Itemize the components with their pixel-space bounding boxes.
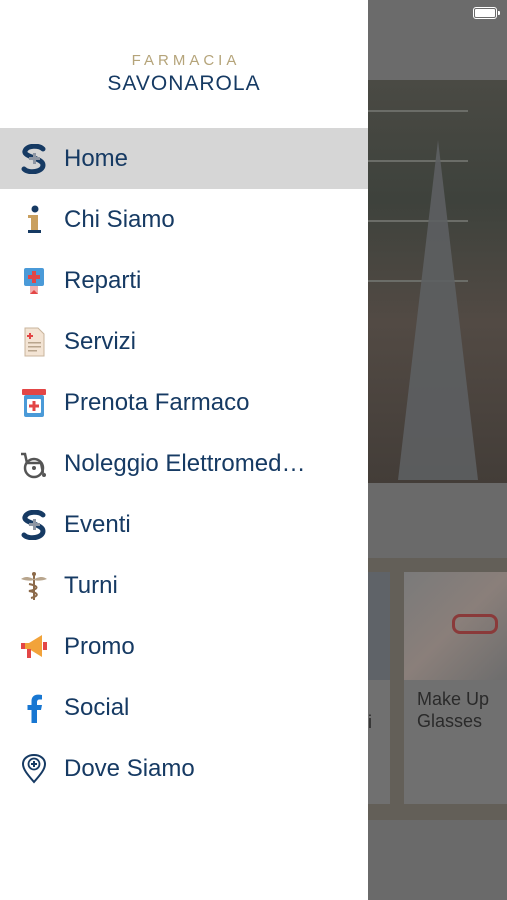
- menu-item-home[interactable]: Home: [0, 128, 368, 189]
- christmas-tree-image: [398, 140, 478, 480]
- brand-logo: FARMACIA SAVONAROLA: [0, 52, 368, 96]
- document-icon: [19, 327, 49, 357]
- menu-item-label: Home: [64, 144, 129, 172]
- brand-title: SAVONAROLA: [107, 72, 261, 95]
- menu-item-eventi[interactable]: Eventi: [0, 494, 368, 555]
- brand-s-icon: [19, 143, 49, 174]
- menu-item-label: Eventi: [64, 510, 131, 538]
- facebook-icon: [19, 693, 49, 723]
- menu-item-label: Promo: [64, 632, 135, 660]
- menu-item-social[interactable]: Social: [0, 677, 368, 738]
- menu-item-promo[interactable]: Promo: [0, 616, 368, 677]
- menu-item-label: Dove Siamo: [64, 754, 195, 782]
- menu-item-label: Turni: [64, 571, 118, 599]
- menu-item-label: Social: [64, 693, 130, 721]
- medicine-jar-icon: [19, 388, 49, 418]
- navigation-drawer: FARMACIA SAVONAROLA Home Chi Siamo Repar…: [0, 0, 368, 900]
- wheelchair-icon: [19, 449, 49, 479]
- battery-icon: [473, 7, 500, 19]
- drawer-menu: Home Chi Siamo Reparti Servizi Prenota F…: [0, 128, 368, 799]
- promo-card-make-up-glasses[interactable]: Make Up Glasses: [404, 572, 507, 804]
- brand-subtitle: FARMACIA: [131, 52, 241, 69]
- background-band: [368, 483, 507, 558]
- menu-item-label: Reparti: [64, 266, 142, 294]
- megaphone-icon: [19, 632, 49, 662]
- menu-item-noleggio[interactable]: Noleggio Elettromed…: [0, 433, 368, 494]
- menu-item-chi-siamo[interactable]: Chi Siamo: [0, 189, 368, 250]
- promo-card-title: Make Up Glasses: [417, 689, 490, 731]
- menu-item-reparti[interactable]: Reparti: [0, 250, 368, 311]
- pharmacy-sign-icon: [19, 266, 49, 296]
- menu-item-servizi[interactable]: Servizi: [0, 311, 368, 372]
- menu-item-turni[interactable]: Turni: [0, 555, 368, 616]
- promo-card[interactable]: i: [368, 572, 390, 804]
- menu-item-label: Servizi: [64, 327, 137, 355]
- menu-item-dove-siamo[interactable]: Dove Siamo: [0, 738, 368, 799]
- map-pin-icon: [19, 753, 49, 784]
- menu-item-prenota-farmaco[interactable]: Prenota Farmaco: [0, 372, 368, 433]
- info-icon: [19, 205, 49, 235]
- menu-item-label: Prenota Farmaco: [64, 388, 250, 416]
- caduceus-icon: [19, 571, 49, 601]
- promo-card-image: [404, 572, 507, 680]
- menu-item-label: Chi Siamo: [64, 205, 175, 233]
- menu-item-label: Noleggio Elettromed…: [64, 449, 306, 477]
- background-footer: [368, 820, 507, 900]
- pharmacy-interior-photo: [368, 80, 507, 483]
- promo-card-title: i: [368, 712, 372, 732]
- brand-s-icon: [19, 509, 49, 540]
